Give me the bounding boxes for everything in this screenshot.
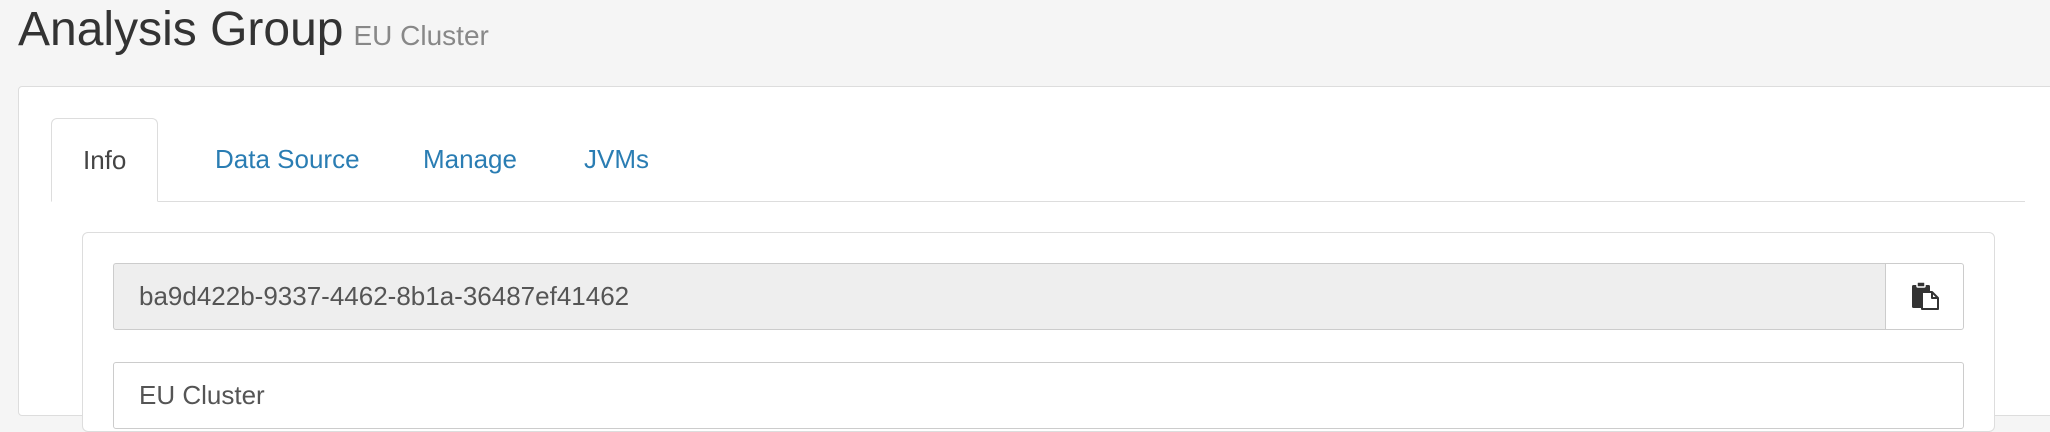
id-field[interactable] xyxy=(113,263,1885,330)
page-title: Analysis Group xyxy=(18,3,344,56)
name-field[interactable] xyxy=(113,362,1964,429)
page-header: Analysis Group EU Cluster xyxy=(18,0,489,62)
tab-jvms[interactable]: JVMs xyxy=(584,118,649,201)
tab-info[interactable]: Info xyxy=(51,118,159,202)
tab-manage[interactable]: Manage xyxy=(423,118,517,201)
tab-bar: Info Data Source Manage JVMs xyxy=(51,118,2025,202)
main-card: Info Data Source Manage JVMs xyxy=(18,86,2050,432)
tab-data-source[interactable]: Data Source xyxy=(215,118,360,201)
info-panel xyxy=(82,232,1995,432)
clipboard-copy-icon xyxy=(1910,280,1940,313)
page-subtitle: EU Cluster xyxy=(353,20,489,51)
id-input-group xyxy=(113,263,1964,330)
copy-button[interactable] xyxy=(1885,263,1964,330)
